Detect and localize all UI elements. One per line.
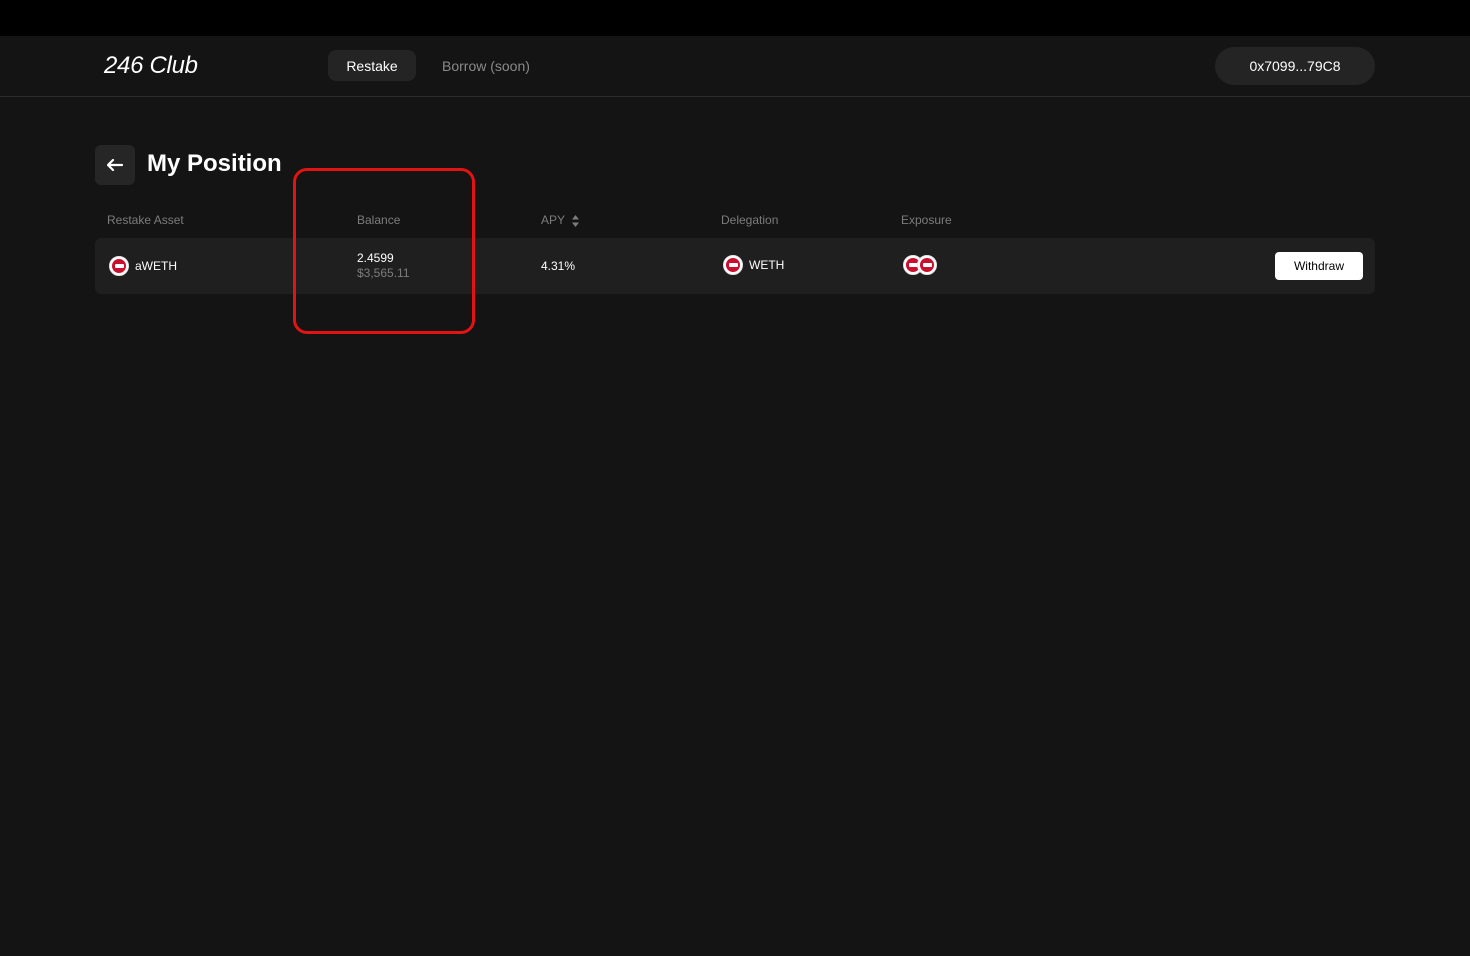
nav-tab-borrow[interactable]: Borrow (soon) (442, 50, 530, 81)
app-header: 246 Club Restake Borrow (soon) 0x7099...… (0, 36, 1470, 97)
column-header-delegation: Delegation (721, 213, 779, 227)
delegation-name: WETH (749, 258, 785, 272)
exposure-token-icon (917, 255, 937, 275)
arrow-left-icon (107, 159, 123, 171)
nav-tab-restake[interactable]: Restake (328, 50, 416, 81)
sort-icon[interactable] (572, 214, 580, 227)
aweth-token-icon (109, 256, 129, 276)
page-title: My Position (147, 150, 282, 177)
column-header-exposure: Exposure (901, 213, 952, 227)
table-row: aWETH 2.4599 $3,565.11 4.31% WETH Withdr… (95, 238, 1375, 294)
window-top-bar (0, 0, 1470, 36)
column-header-apy[interactable]: APY (541, 213, 580, 227)
column-header-apy-label: APY (541, 213, 565, 227)
weth-token-icon (723, 255, 743, 275)
asset-name: aWETH (135, 259, 177, 273)
app-logo[interactable]: 246 Club (104, 52, 198, 80)
apy-value: 4.31% (541, 259, 576, 273)
back-button[interactable] (95, 145, 135, 185)
column-header-asset: Restake Asset (107, 213, 184, 227)
wallet-address-button[interactable]: 0x7099...79C8 (1215, 47, 1375, 85)
withdraw-button[interactable]: Withdraw (1275, 252, 1363, 280)
highlight-box (293, 168, 475, 334)
